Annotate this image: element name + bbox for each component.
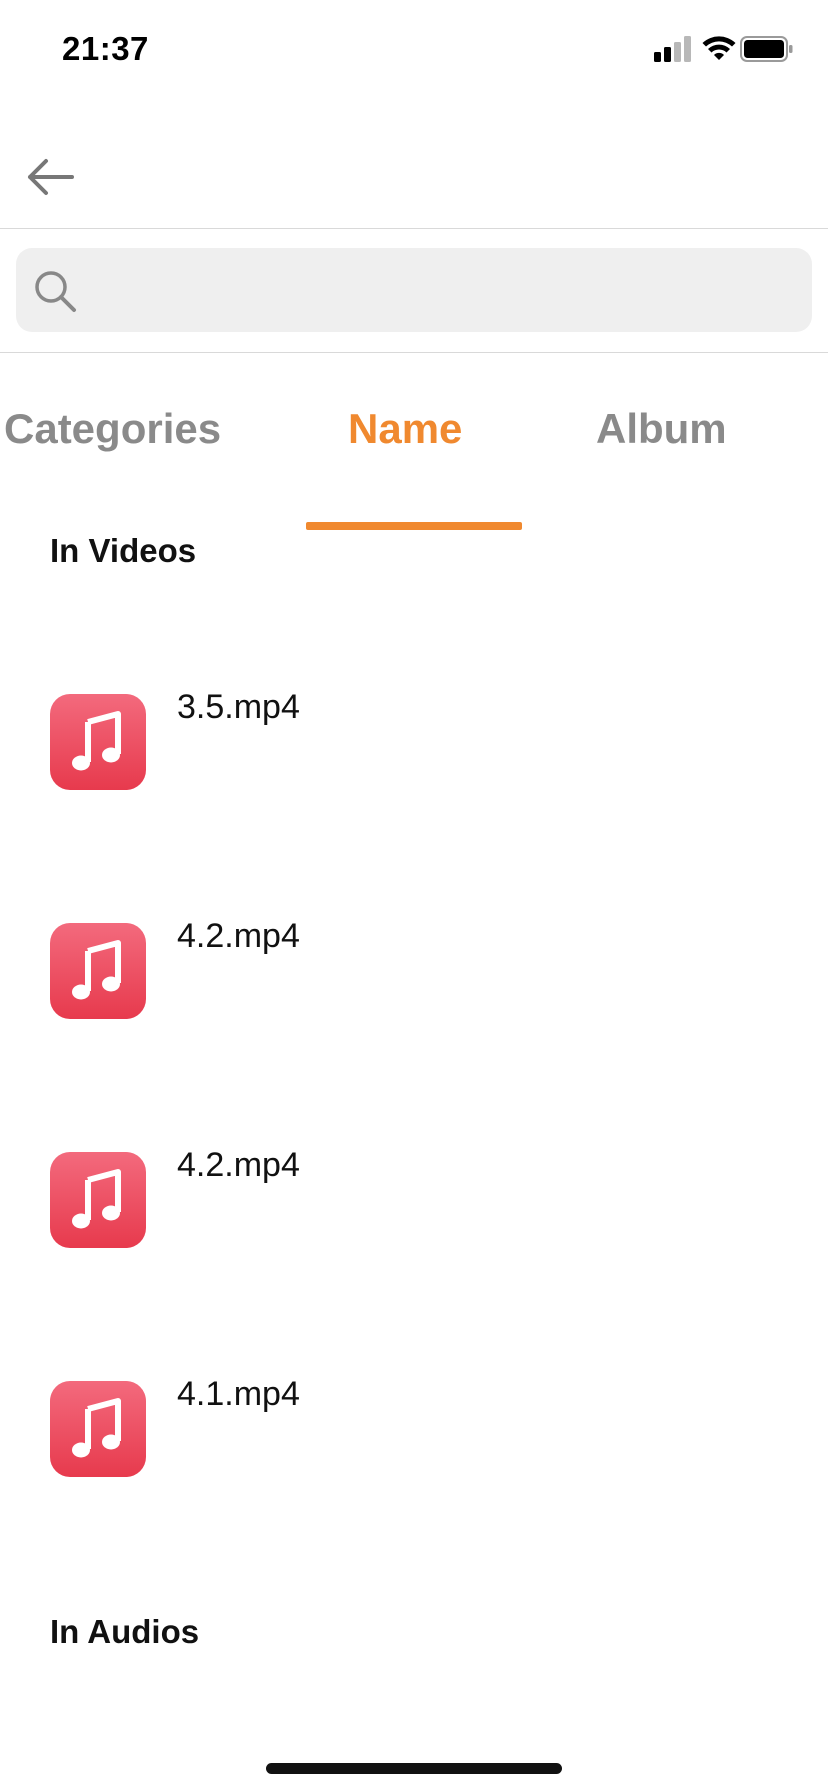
home-indicator[interactable] bbox=[266, 1763, 562, 1774]
section-title-audios: In Audios bbox=[50, 1613, 200, 1650]
list-item[interactable]: 4.2.mp4 bbox=[0, 903, 828, 1053]
search-input[interactable] bbox=[96, 248, 800, 334]
tab-name[interactable]: Name bbox=[348, 405, 462, 453]
item-label: 3.5.mp4 bbox=[177, 688, 300, 726]
tab-categories[interactable]: Categories bbox=[4, 405, 221, 453]
list-item[interactable]: 4.1.mp4 bbox=[0, 1361, 828, 1511]
section-title-videos: In Videos bbox=[50, 532, 197, 569]
signal-icon bbox=[654, 36, 691, 62]
music-note-icon bbox=[50, 1381, 146, 1477]
music-note-icon bbox=[50, 694, 146, 790]
list-item[interactable]: 3.5.mp4 bbox=[0, 674, 828, 824]
back-button[interactable] bbox=[22, 154, 78, 200]
screen: 21:37 Categories Name Album In Videos 3.… bbox=[0, 0, 828, 1792]
nav-header bbox=[0, 100, 828, 229]
item-label: 4.2.mp4 bbox=[177, 1146, 300, 1184]
active-tab-indicator bbox=[306, 522, 522, 530]
search-icon bbox=[35, 271, 76, 312]
wifi-icon bbox=[702, 36, 736, 60]
list-item[interactable]: 4.2.mp4 bbox=[0, 1132, 828, 1282]
music-note-icon bbox=[50, 923, 146, 1019]
battery-icon bbox=[740, 36, 793, 62]
tab-album[interactable]: Album bbox=[596, 405, 727, 453]
item-label: 4.2.mp4 bbox=[177, 917, 300, 955]
status-bar: 21:37 bbox=[0, 0, 828, 100]
arrow-left-icon bbox=[28, 159, 74, 195]
status-time: 21:37 bbox=[62, 30, 149, 67]
search-box[interactable] bbox=[16, 248, 812, 334]
search-bar bbox=[0, 229, 828, 353]
music-note-icon bbox=[50, 1152, 146, 1248]
item-label: 4.1.mp4 bbox=[177, 1375, 300, 1413]
